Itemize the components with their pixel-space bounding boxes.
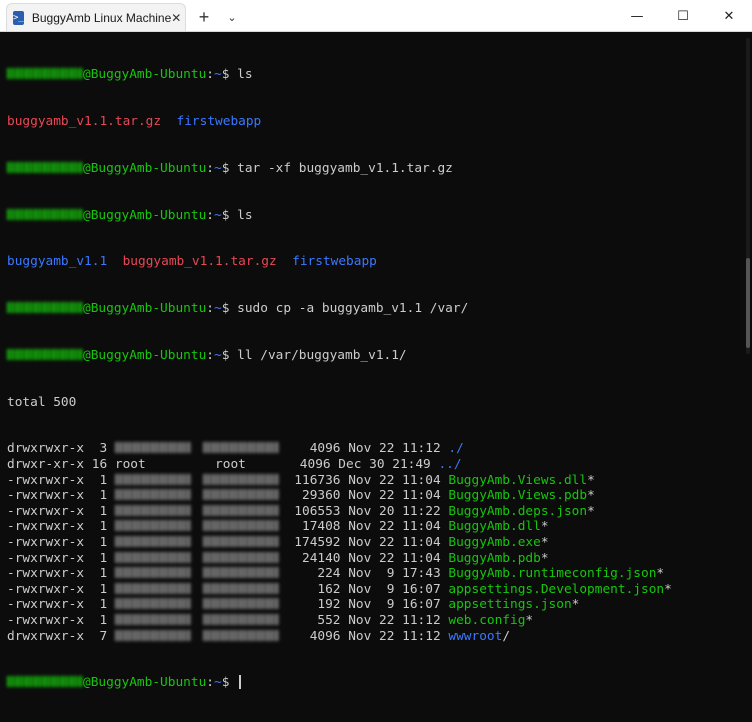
redacted-group [202,613,279,625]
scrollbar-thumb[interactable] [746,258,750,348]
redacted-group [202,536,279,547]
terminal-icon: >_ [13,10,24,25]
new-tab-button[interactable]: + [190,3,218,31]
redacted-group [202,629,279,641]
close-window-button[interactable]: ✕ [706,0,752,32]
listing-row: -rwxrwxr-x 1 17408 Nov 22 11:04 BuggyAmb… [7,519,549,535]
listing-row: -rwxrwxr-x 1 116736 Nov 22 11:04 BuggyAm… [7,472,595,488]
redacted-owner [114,598,191,610]
listing-row: -rwxrwxr-x 1 29360 Nov 22 11:04 BuggyAmb… [7,488,595,504]
prompt-line: @BuggyAmb-Ubuntu:~$ ll /var/buggyamb_v1.… [7,348,752,364]
listing-row: -rwxrwxr-x 1 192 Nov 9 16:07 appsettings… [7,597,580,613]
redacted-group [202,489,279,501]
redacted-group [202,567,279,579]
listing-row: -rwxrwxr-x 1 552 Nov 22 11:12 web.config… [7,612,534,628]
redacted-username [7,348,83,360]
file-listing: drwxrwxr-x 3 4096 Nov 22 11:12 ./drwxr-x… [7,441,752,644]
tab-title: BuggyAmb Linux Machine [31,10,172,25]
redacted-username [7,161,83,173]
command-text: sudo cp -a buggyamb_v1.1 /var/ [229,301,469,317]
prompt-line: @BuggyAmb-Ubuntu:~$ ls [7,208,752,224]
output-line: buggyamb_v1.1 buggyamb_v1.1.tar.gz first… [7,254,377,270]
output-line: buggyamb_v1.1.tar.gz firstwebapp [7,113,262,129]
redacted-owner [114,520,191,532]
redacted-username [7,208,83,220]
prompt-line: @BuggyAmb-Ubuntu:~$ sudo cp -a buggyamb_… [7,301,752,317]
command-text: ls [229,207,253,223]
redacted-group [202,598,279,610]
file-name: BuggyAmb.dll [448,519,541,535]
command-text: tar -xf buggyamb_v1.1.tar.gz [229,160,453,176]
listing-row: -rwxrwxr-x 1 162 Nov 9 16:07 appsettings… [7,581,672,597]
redacted-owner [114,567,191,579]
redacted-owner [114,442,191,454]
file-name: web.config [448,612,526,628]
redacted-group [202,520,279,532]
tab-buggyamb-linux-machine[interactable]: >_ BuggyAmb Linux Machine ✕ [6,3,186,31]
command-text: ll /var/buggyamb_v1.1/ [229,347,407,363]
redacted-username [7,302,83,314]
listing-row: -rwxrwxr-x 1 106553 Nov 20 11:22 BuggyAm… [7,503,595,519]
file-name: appsettings.Development.json [448,581,665,597]
redacted-group [202,582,279,594]
prompt-line: @BuggyAmb-Ubuntu:~$ ls [7,67,752,83]
redacted-owner [114,582,191,594]
redacted-group [202,551,279,563]
redacted-owner [114,629,191,641]
file-name: BuggyAmb.Views.pdb [448,488,588,504]
listing-row: -rwxrwxr-x 1 24140 Nov 22 11:04 BuggyAmb… [7,550,549,566]
redacted-owner [114,504,191,516]
minimize-button[interactable]: — [614,0,660,32]
redacted-owner [114,613,191,625]
listing-row: drwxrwxr-x 7 4096 Nov 22 11:12 wwwroot/ [7,628,511,644]
redacted-owner [114,536,191,547]
redacted-owner [114,473,191,485]
file-name: BuggyAmb.Views.dll [448,472,588,488]
file-name: wwwroot [448,628,503,644]
redacted-owner [114,551,191,563]
file-name: BuggyAmb.exe [448,535,541,550]
command-text: ls [229,67,253,83]
total-line: total 500 [7,394,77,410]
listing-row: -rwxrwxr-x 1 224 Nov 9 17:43 BuggyAmb.ru… [7,566,665,582]
scrollbar[interactable] [746,38,750,354]
redacted-group [202,442,279,454]
listing-row: -rwxrwxr-x 1 174592 Nov 22 11:04 BuggyAm… [7,535,549,550]
file-name: BuggyAmb.deps.json [448,503,588,519]
redacted-username [7,68,83,80]
file-name: BuggyAmb.runtimeconfig.json [448,566,657,582]
listing-row: drwxrwxr-x 3 4096 Nov 22 11:12 ./ [7,441,464,457]
redacted-owner [114,489,191,501]
redacted-group [202,504,279,516]
file-name: BuggyAmb.pdb [448,550,541,566]
prompt-line: @BuggyAmb-Ubuntu:~$ [7,675,752,691]
redacted-group [202,473,279,485]
redacted-username [7,676,83,688]
window-controls: — ☐ ✕ [614,0,752,32]
terminal-output[interactable]: @BuggyAmb-Ubuntu:~$ ls buggyamb_v1.1.tar… [0,32,752,690]
title-bar: >_ BuggyAmb Linux Machine ✕ + ⌄ — ☐ ✕ [0,0,752,32]
prompt-line: @BuggyAmb-Ubuntu:~$ tar -xf buggyamb_v1.… [7,161,752,177]
file-name: ./ [448,441,464,457]
listing-row: drwxr-xr-x 16 root root 4096 Dec 30 21:4… [7,457,462,473]
chevron-down-icon[interactable]: ⌄ [218,3,246,31]
close-tab-icon[interactable]: ✕ [171,11,181,25]
text-cursor [239,675,242,690]
file-name: ../ [438,457,462,473]
maximize-button[interactable]: ☐ [660,0,706,32]
file-name: appsettings.json [448,597,572,613]
